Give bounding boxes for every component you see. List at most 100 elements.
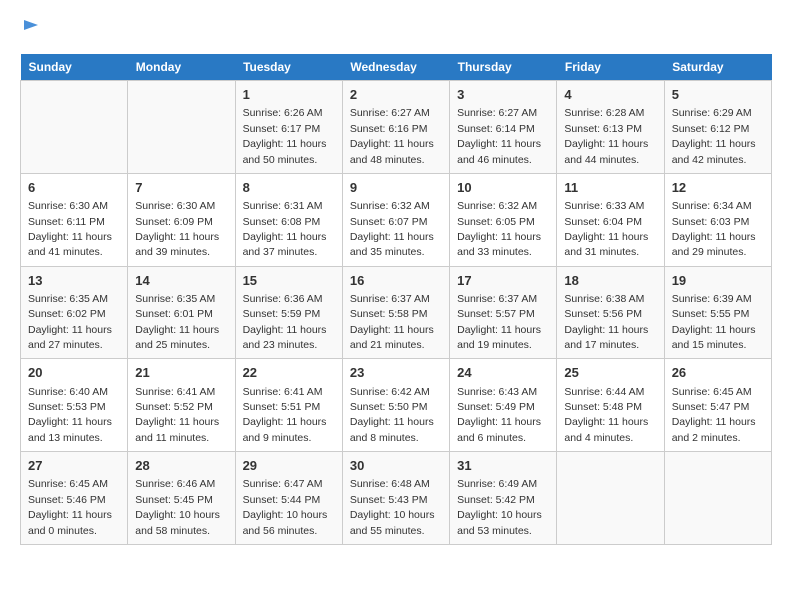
calendar-cell: 7 Sunrise: 6:30 AM Sunset: 6:09 PM Daylig…: [128, 173, 235, 266]
calendar-cell: 22 Sunrise: 6:41 AM Sunset: 5:51 PM Dayli…: [235, 359, 342, 452]
day-number: 21: [135, 364, 227, 382]
calendar-week-row: 6 Sunrise: 6:30 AM Sunset: 6:11 PM Daylig…: [21, 173, 772, 266]
weekday-header: Saturday: [664, 54, 771, 81]
day-info: Sunrise: 6:40 AM Sunset: 5:53 PM Dayligh…: [28, 386, 112, 444]
calendar-cell: [664, 452, 771, 545]
day-info: Sunrise: 6:31 AM Sunset: 6:08 PM Dayligh…: [243, 200, 327, 258]
day-info: Sunrise: 6:43 AM Sunset: 5:49 PM Dayligh…: [457, 386, 541, 444]
day-info: Sunrise: 6:47 AM Sunset: 5:44 PM Dayligh…: [243, 478, 328, 536]
day-number: 8: [243, 179, 335, 197]
day-number: 22: [243, 364, 335, 382]
day-number: 4: [564, 86, 656, 104]
calendar-cell: 1 Sunrise: 6:26 AM Sunset: 6:17 PM Daylig…: [235, 81, 342, 174]
calendar-cell: 19 Sunrise: 6:39 AM Sunset: 5:55 PM Dayli…: [664, 266, 771, 359]
day-info: Sunrise: 6:44 AM Sunset: 5:48 PM Dayligh…: [564, 386, 648, 444]
day-info: Sunrise: 6:48 AM Sunset: 5:43 PM Dayligh…: [350, 478, 435, 536]
day-info: Sunrise: 6:37 AM Sunset: 5:58 PM Dayligh…: [350, 293, 434, 351]
weekday-header: Monday: [128, 54, 235, 81]
day-number: 17: [457, 272, 549, 290]
calendar-cell: 16 Sunrise: 6:37 AM Sunset: 5:58 PM Dayli…: [342, 266, 449, 359]
day-number: 26: [672, 364, 764, 382]
calendar-cell: 31Sunrise: 6:49 AM Sunset: 5:42 PM Dayli…: [450, 452, 557, 545]
day-info: Sunrise: 6:34 AM Sunset: 6:03 PM Dayligh…: [672, 200, 756, 258]
calendar-cell: 23 Sunrise: 6:42 AM Sunset: 5:50 PM Dayli…: [342, 359, 449, 452]
day-info: Sunrise: 6:27 AM Sunset: 6:16 PM Dayligh…: [350, 107, 434, 165]
day-number: 7: [135, 179, 227, 197]
day-info: Sunrise: 6:36 AM Sunset: 5:59 PM Dayligh…: [243, 293, 327, 351]
page-header: [20, 20, 772, 44]
day-info: Sunrise: 6:28 AM Sunset: 6:13 PM Dayligh…: [564, 107, 648, 165]
weekday-header: Tuesday: [235, 54, 342, 81]
calendar-cell: 21 Sunrise: 6:41 AM Sunset: 5:52 PM Dayli…: [128, 359, 235, 452]
weekday-header: Wednesday: [342, 54, 449, 81]
day-info: Sunrise: 6:49 AM Sunset: 5:42 PM Dayligh…: [457, 478, 542, 536]
calendar-cell: 26 Sunrise: 6:45 AM Sunset: 5:47 PM Dayli…: [664, 359, 771, 452]
day-info: Sunrise: 6:30 AM Sunset: 6:11 PM Dayligh…: [28, 200, 112, 258]
calendar-cell: 5Sunrise: 6:29 AM Sunset: 6:12 PM Daylig…: [664, 81, 771, 174]
day-info: Sunrise: 6:46 AM Sunset: 5:45 PM Dayligh…: [135, 478, 220, 536]
calendar-cell: 25 Sunrise: 6:44 AM Sunset: 5:48 PM Dayli…: [557, 359, 664, 452]
weekday-header: Friday: [557, 54, 664, 81]
day-info: Sunrise: 6:45 AM Sunset: 5:46 PM Dayligh…: [28, 478, 112, 536]
day-info: Sunrise: 6:42 AM Sunset: 5:50 PM Dayligh…: [350, 386, 434, 444]
day-info: Sunrise: 6:38 AM Sunset: 5:56 PM Dayligh…: [564, 293, 648, 351]
calendar-cell: 6 Sunrise: 6:30 AM Sunset: 6:11 PM Daylig…: [21, 173, 128, 266]
logo-arrow-icon: [22, 16, 40, 34]
day-info: Sunrise: 6:35 AM Sunset: 6:01 PM Dayligh…: [135, 293, 219, 351]
day-info: Sunrise: 6:41 AM Sunset: 5:52 PM Dayligh…: [135, 386, 219, 444]
calendar-cell: 27 Sunrise: 6:45 AM Sunset: 5:46 PM Dayli…: [21, 452, 128, 545]
day-number: 16: [350, 272, 442, 290]
day-info: Sunrise: 6:35 AM Sunset: 6:02 PM Dayligh…: [28, 293, 112, 351]
weekday-header: Thursday: [450, 54, 557, 81]
day-info: Sunrise: 6:33 AM Sunset: 6:04 PM Dayligh…: [564, 200, 648, 258]
day-number: 19: [672, 272, 764, 290]
calendar-cell: 8 Sunrise: 6:31 AM Sunset: 6:08 PM Daylig…: [235, 173, 342, 266]
day-info: Sunrise: 6:39 AM Sunset: 5:55 PM Dayligh…: [672, 293, 756, 351]
calendar-cell: 14 Sunrise: 6:35 AM Sunset: 6:01 PM Dayli…: [128, 266, 235, 359]
calendar-cell: 24 Sunrise: 6:43 AM Sunset: 5:49 PM Dayli…: [450, 359, 557, 452]
calendar-cell: 12 Sunrise: 6:34 AM Sunset: 6:03 PM Dayli…: [664, 173, 771, 266]
day-info: Sunrise: 6:45 AM Sunset: 5:47 PM Dayligh…: [672, 386, 756, 444]
day-number: 15: [243, 272, 335, 290]
calendar-table: SundayMondayTuesdayWednesdayThursdayFrid…: [20, 54, 772, 545]
calendar-week-row: 13 Sunrise: 6:35 AM Sunset: 6:02 PM Dayli…: [21, 266, 772, 359]
weekday-header: Sunday: [21, 54, 128, 81]
day-number: 29: [243, 457, 335, 475]
day-number: 25: [564, 364, 656, 382]
day-info: Sunrise: 6:41 AM Sunset: 5:51 PM Dayligh…: [243, 386, 327, 444]
day-number: 14: [135, 272, 227, 290]
calendar-cell: 28 Sunrise: 6:46 AM Sunset: 5:45 PM Dayli…: [128, 452, 235, 545]
day-number: 23: [350, 364, 442, 382]
calendar-cell: 20Sunrise: 6:40 AM Sunset: 5:53 PM Dayli…: [21, 359, 128, 452]
calendar-cell: 10 Sunrise: 6:32 AM Sunset: 6:05 PM Dayli…: [450, 173, 557, 266]
day-number: 6: [28, 179, 120, 197]
day-number: 24: [457, 364, 549, 382]
calendar-cell: 3Sunrise: 6:27 AM Sunset: 6:14 PM Daylig…: [450, 81, 557, 174]
day-number: 3: [457, 86, 549, 104]
day-number: 2: [350, 86, 442, 104]
calendar-cell: 18 Sunrise: 6:38 AM Sunset: 5:56 PM Dayli…: [557, 266, 664, 359]
calendar-cell: 17 Sunrise: 6:37 AM Sunset: 5:57 PM Dayli…: [450, 266, 557, 359]
day-info: Sunrise: 6:32 AM Sunset: 6:05 PM Dayligh…: [457, 200, 541, 258]
calendar-cell: 15 Sunrise: 6:36 AM Sunset: 5:59 PM Dayli…: [235, 266, 342, 359]
day-number: 10: [457, 179, 549, 197]
day-number: 27: [28, 457, 120, 475]
calendar-cell: 9Sunrise: 6:32 AM Sunset: 6:07 PM Daylig…: [342, 173, 449, 266]
calendar-cell: 29 Sunrise: 6:47 AM Sunset: 5:44 PM Dayli…: [235, 452, 342, 545]
calendar-cell: 11Sunrise: 6:33 AM Sunset: 6:04 PM Dayli…: [557, 173, 664, 266]
calendar-cell: 2 Sunrise: 6:27 AM Sunset: 6:16 PM Daylig…: [342, 81, 449, 174]
day-number: 1: [243, 86, 335, 104]
day-number: 13: [28, 272, 120, 290]
day-info: Sunrise: 6:30 AM Sunset: 6:09 PM Dayligh…: [135, 200, 219, 258]
calendar-cell: [21, 81, 128, 174]
day-info: Sunrise: 6:26 AM Sunset: 6:17 PM Dayligh…: [243, 107, 327, 165]
calendar-cell: 4 Sunrise: 6:28 AM Sunset: 6:13 PM Daylig…: [557, 81, 664, 174]
day-number: 28: [135, 457, 227, 475]
day-number: 18: [564, 272, 656, 290]
calendar-week-row: 1 Sunrise: 6:26 AM Sunset: 6:17 PM Daylig…: [21, 81, 772, 174]
day-number: 5: [672, 86, 764, 104]
day-number: 12: [672, 179, 764, 197]
day-number: 30: [350, 457, 442, 475]
day-info: Sunrise: 6:37 AM Sunset: 5:57 PM Dayligh…: [457, 293, 541, 351]
calendar-week-row: 27 Sunrise: 6:45 AM Sunset: 5:46 PM Dayli…: [21, 452, 772, 545]
